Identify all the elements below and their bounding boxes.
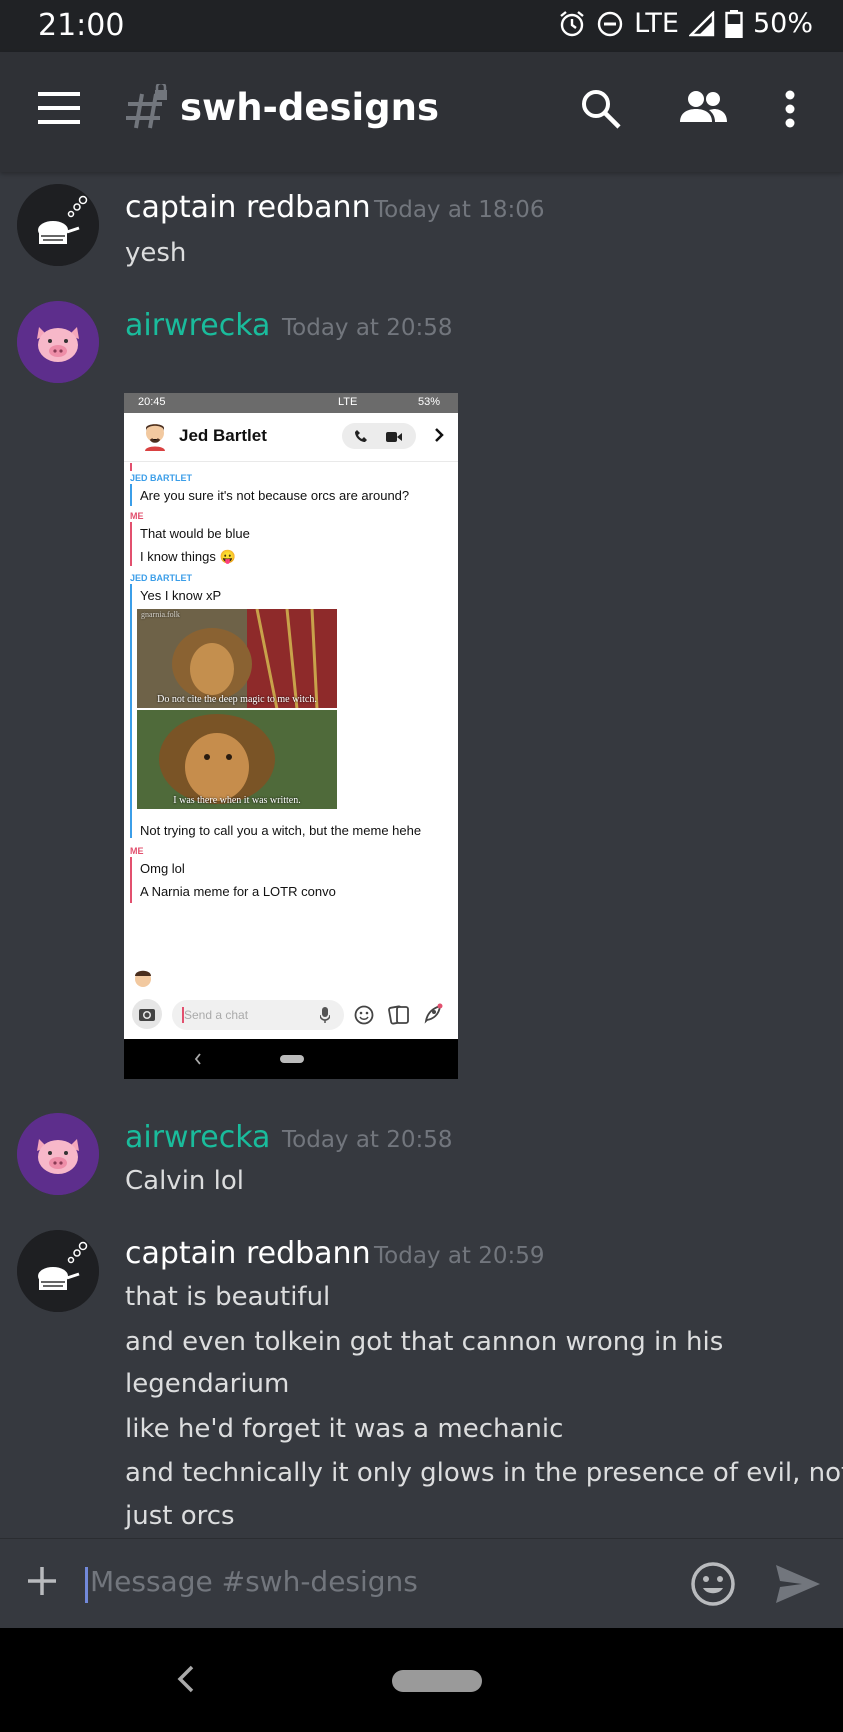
timestamp: Today at 20:58 [282,1127,453,1153]
phone-icon [354,429,368,448]
attachment-status-bar: 20:45 LTE 53% [124,393,458,413]
network-label: LTE [634,8,679,39]
chat-header: Jed Bartlet [124,413,458,462]
chat-line: I know things 😛 [140,549,236,564]
smiley-icon [354,1005,374,1030]
attachment-status-time: 20:45 [138,396,166,408]
bitmoji-small-icon [130,967,156,994]
microphone-icon [319,1007,331,1028]
cards-icon [388,1004,410,1031]
message-bar [130,857,132,903]
sender-label: ME [130,511,144,521]
avatar[interactable] [17,1230,99,1312]
signal-icon [688,10,715,37]
username[interactable]: captain redbann [125,1236,371,1271]
username[interactable]: airwrecka [125,308,270,343]
alarm-icon [558,10,586,38]
avatar[interactable] [17,184,99,266]
message-text: legendarium [125,1369,290,1399]
locked-channel-hash-icon [122,81,170,138]
chat-line: That would be blue [140,526,250,541]
image-attachment[interactable]: 20:45 LTE 53% Jed Bartlet JED BARTLET Ar… [124,393,458,1079]
attachment-nav-bar [124,1039,458,1079]
video-icon [386,430,402,448]
emoji-icon[interactable] [690,1561,736,1611]
sender-label: JED BARTLET [130,573,193,583]
home-pill [280,1055,304,1063]
battery-level: 50% [752,8,813,39]
chevron-right-icon [434,427,444,448]
message-input[interactable]: Message #swh-designs [90,1565,418,1598]
send-icon[interactable] [774,1563,822,1609]
chat-line: A Narnia meme for a LOTR convo [140,884,336,899]
home-pill[interactable] [392,1670,482,1692]
message-composer: Message #swh-designs [0,1538,843,1629]
channel-header: swh-designs [0,52,843,172]
avatar[interactable] [17,301,99,383]
message-bar [130,463,132,471]
more-options-icon[interactable] [784,90,796,132]
message-bar [130,584,132,838]
sender-label: ME [130,846,144,856]
message-text: Calvin lol [125,1166,245,1196]
meme-caption-bottom: I was there when it was written. [173,795,301,806]
members-icon[interactable] [678,90,728,128]
chat-line: Omg lol [140,861,185,876]
timestamp: Today at 20:58 [282,315,453,341]
chat-input-row: Send a chat [124,991,458,1037]
message-text: and even tolkein got that cannon wrong i… [125,1327,724,1357]
call-buttons [342,423,416,449]
message-text: and technically it only glows in the pre… [125,1458,843,1488]
chevron-left-icon [194,1052,202,1071]
status-bar: 21:00 LTE 50% [0,0,843,52]
add-attachment-icon[interactable] [26,1565,58,1601]
avatar[interactable] [17,1113,99,1195]
timestamp: Today at 18:06 [374,197,545,223]
meme-watermark: gnarnia.folk [141,610,180,619]
system-navigation-bar [0,1628,843,1732]
meme-caption-top: Do not cite the deep magic to me witch. [157,694,317,705]
do-not-disturb-icon [596,10,624,38]
rocket-icon [422,1003,444,1030]
meme-image: gnarnia.folk Do not cite the deep magic … [137,609,337,809]
search-icon[interactable] [580,88,622,134]
chat-placeholder: Send a chat [184,1008,249,1022]
sender-label: JED BARTLET [130,473,193,483]
message-bar [130,522,132,566]
timestamp: Today at 20:59 [374,1243,545,1269]
text-cursor [85,1567,88,1603]
attachment-network: LTE [338,396,358,408]
hamburger-menu-icon[interactable] [38,92,80,128]
message-text: like he'd forget it was a mechanic [125,1414,564,1444]
bitmoji-avatar-icon [142,421,168,456]
attachment-battery: 53% [418,396,441,408]
message-text: just orcs [125,1501,235,1531]
status-time: 21:00 [38,8,125,43]
back-icon[interactable] [176,1664,196,1698]
camera-icon [132,999,162,1034]
chat-line: Are you sure it's not because orcs are a… [140,488,410,503]
username[interactable]: airwrecka [125,1120,270,1155]
chat-line: Yes I know xP [140,588,222,603]
chat-line: Not trying to call you a witch, but the … [140,823,422,838]
channel-title: swh-designs [180,86,440,129]
username[interactable]: captain redbann [125,190,371,225]
message-text: yesh [125,238,187,268]
message-bar [130,484,132,506]
contact-name: Jed Bartlet [179,426,267,445]
send-a-chat-field: Send a chat [172,1000,344,1030]
battery-icon [725,9,743,38]
message-text: that is beautiful [125,1282,331,1312]
